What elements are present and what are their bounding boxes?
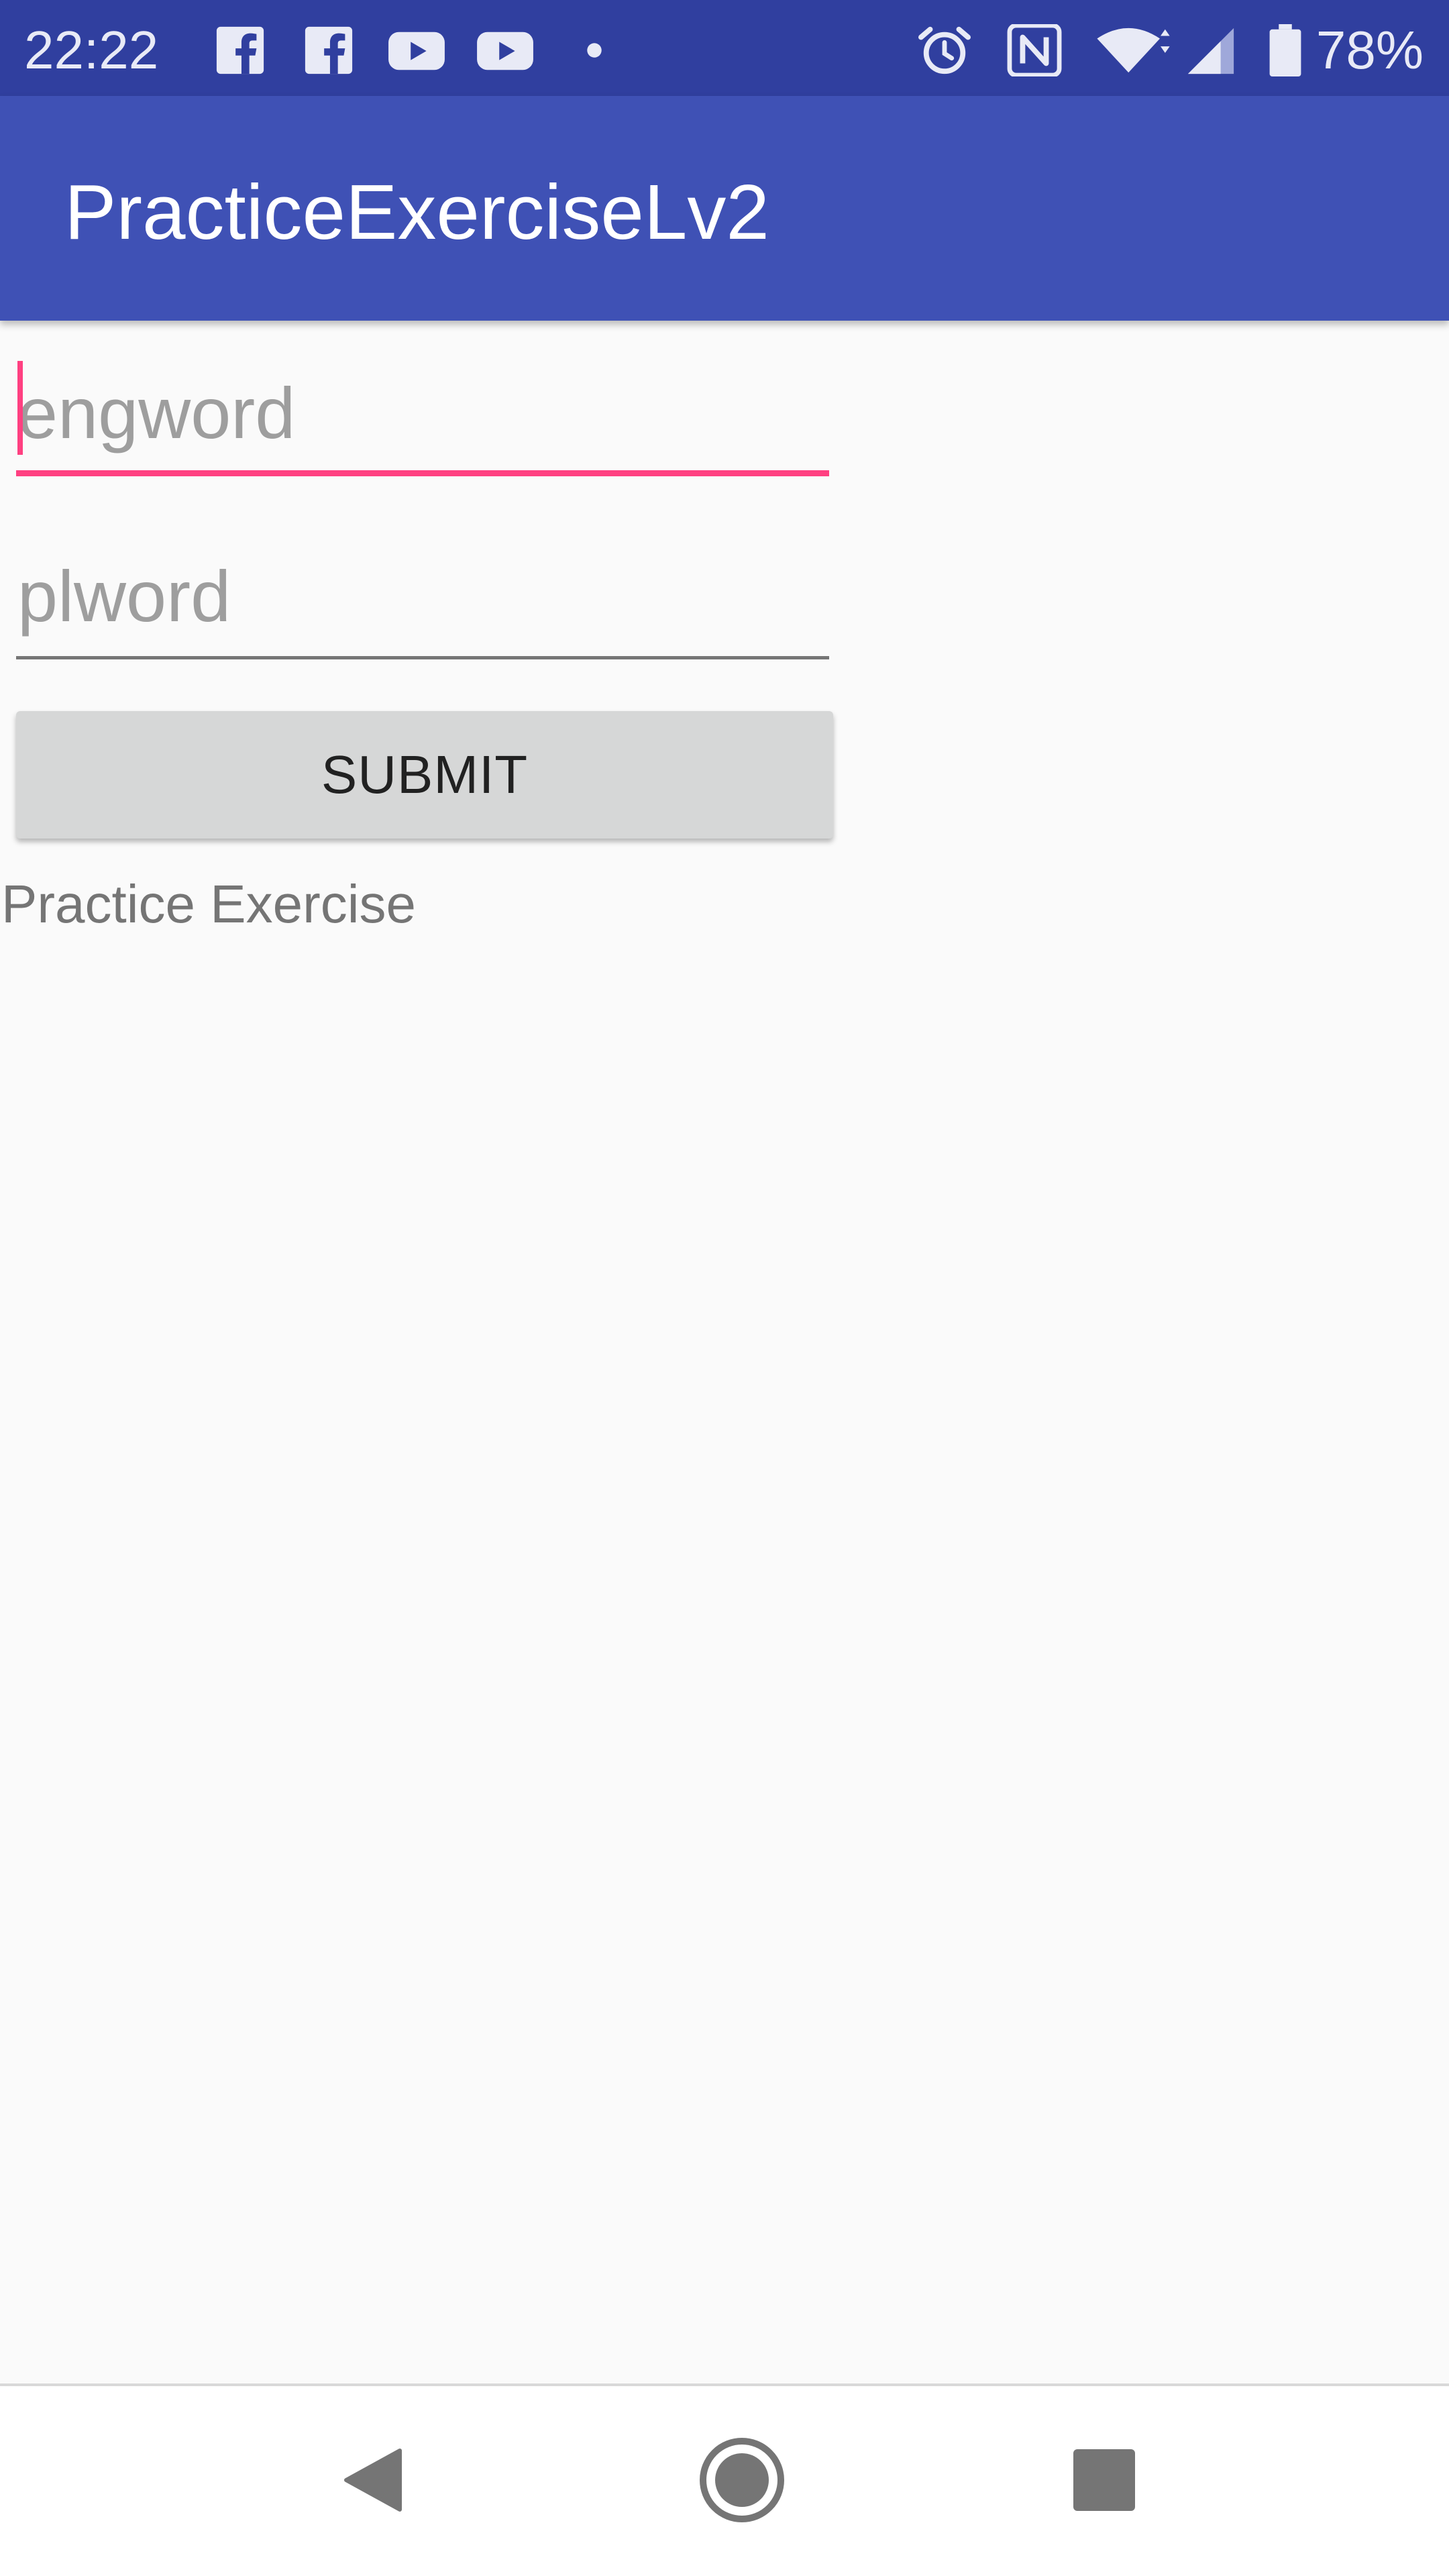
wifi-icon — [1095, 24, 1174, 76]
app-title: PracticeExerciseLv2 — [64, 168, 769, 256]
youtube-icon — [386, 24, 447, 76]
battery-percentage: 78% — [1316, 20, 1424, 80]
plword-underline — [16, 656, 829, 659]
nfc-icon — [1005, 24, 1064, 76]
text-cursor — [17, 361, 23, 455]
submit-button[interactable]: SUBMIT — [16, 711, 833, 839]
engword-field[interactable] — [16, 349, 829, 476]
app-bar: PracticeExerciseLv2 — [0, 96, 1449, 321]
alarm-icon — [915, 24, 974, 76]
status-bar: 22:22 78% — [0, 0, 1449, 96]
practice-exercise-label: Practice Exercise — [1, 874, 416, 934]
home-icon[interactable] — [688, 2426, 796, 2534]
engword-underline — [16, 470, 829, 476]
battery-icon — [1267, 24, 1304, 76]
plword-input[interactable] — [16, 532, 829, 659]
back-icon[interactable] — [322, 2426, 429, 2534]
navigation-bar — [0, 2383, 1449, 2576]
youtube-icon — [475, 24, 535, 76]
signal-icon — [1186, 24, 1236, 76]
plword-field[interactable] — [16, 532, 829, 659]
status-time: 22:22 — [24, 20, 159, 80]
facebook-icon — [302, 24, 356, 76]
facebook-icon — [213, 24, 267, 76]
notification-dot-icon — [578, 24, 610, 76]
engword-input[interactable] — [16, 349, 829, 476]
recents-icon[interactable] — [1051, 2426, 1158, 2534]
